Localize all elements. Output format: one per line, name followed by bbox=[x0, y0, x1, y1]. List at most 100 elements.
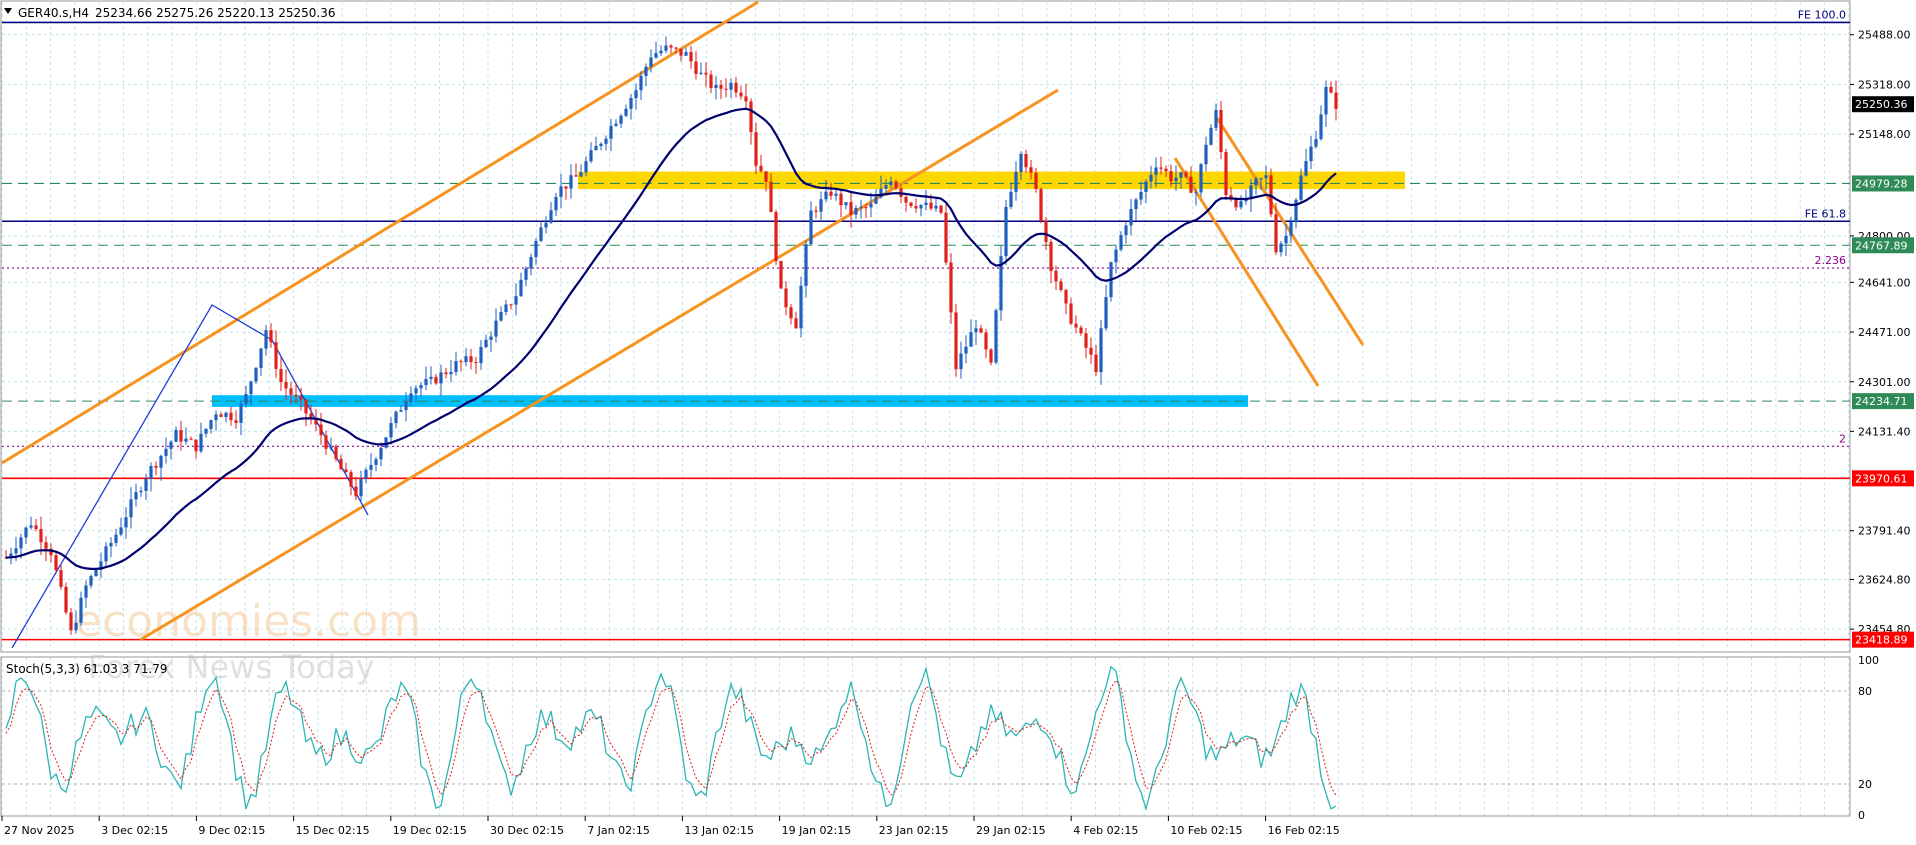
candle-body bbox=[239, 404, 243, 423]
candle-body bbox=[819, 199, 823, 212]
candle-body bbox=[759, 165, 763, 172]
candle-body bbox=[44, 542, 48, 549]
candle-body bbox=[1069, 303, 1073, 324]
y-tick-label: 24301.00 bbox=[1858, 376, 1911, 389]
candle-body bbox=[679, 48, 683, 56]
candle-body bbox=[574, 175, 578, 177]
candle-body bbox=[894, 181, 898, 189]
candle-body bbox=[199, 433, 203, 452]
candle-body bbox=[1089, 347, 1093, 355]
x-tick-label: 23 Jan 02:15 bbox=[879, 824, 949, 837]
candle-body bbox=[1309, 146, 1313, 162]
candle-body bbox=[619, 115, 623, 124]
candle-body bbox=[989, 349, 993, 363]
candle-body bbox=[764, 171, 768, 182]
candle-body bbox=[19, 537, 23, 549]
candle-body bbox=[1039, 188, 1043, 221]
candle-body bbox=[609, 125, 613, 139]
chart-background bbox=[0, 0, 1916, 840]
candle-body bbox=[189, 438, 193, 440]
candle-body bbox=[984, 332, 988, 350]
candle-body bbox=[74, 622, 78, 631]
y-tick-label: 25318.00 bbox=[1858, 78, 1911, 91]
candle-body bbox=[109, 542, 113, 547]
candle-body bbox=[409, 393, 413, 402]
candle-body bbox=[714, 84, 718, 89]
x-tick-label: 29 Jan 02:15 bbox=[976, 824, 1046, 837]
candle-body bbox=[1134, 199, 1138, 210]
y-tick-label: 25488.00 bbox=[1858, 29, 1911, 42]
price-chart-svg[interactable]: FE 100.0FE 61.82.2362 economies.com Fore… bbox=[0, 0, 1916, 840]
y-tick-label: 24131.40 bbox=[1858, 425, 1911, 438]
chart-header: GER40.s,H4 25234.66 25275.26 25220.13 25… bbox=[4, 6, 335, 20]
candle-body bbox=[934, 205, 938, 209]
candle-body bbox=[1284, 235, 1288, 244]
candle-body bbox=[1239, 201, 1243, 208]
candle-body bbox=[1044, 220, 1048, 242]
candle-body bbox=[324, 435, 328, 449]
candle-body bbox=[434, 376, 438, 384]
candle-body bbox=[919, 205, 923, 209]
current-price-tag-text: 25250.36 bbox=[1855, 98, 1908, 111]
candle-body bbox=[1024, 153, 1028, 168]
candle-body bbox=[1224, 152, 1228, 196]
candle-body bbox=[629, 98, 633, 109]
candle-body bbox=[14, 548, 18, 554]
candle-body bbox=[84, 585, 88, 598]
candle-body bbox=[869, 203, 873, 208]
candle-body bbox=[34, 525, 38, 529]
candle-body bbox=[559, 186, 563, 197]
candle-body bbox=[769, 181, 773, 213]
candle-body bbox=[364, 469, 368, 479]
candle-body bbox=[599, 143, 603, 147]
level-tag-text: 23418.89 bbox=[1855, 634, 1908, 647]
candle-body bbox=[284, 382, 288, 389]
candle-body bbox=[419, 385, 423, 389]
candle-body bbox=[1084, 333, 1088, 348]
candle-body bbox=[579, 172, 583, 177]
candle-body bbox=[744, 96, 748, 102]
candle-body bbox=[504, 304, 508, 313]
ohlc-values: 25234.66 25275.26 25220.13 25250.36 bbox=[95, 6, 335, 20]
y-tick-label: 23791.40 bbox=[1858, 525, 1911, 538]
candle-body bbox=[994, 310, 998, 363]
candle-body bbox=[914, 206, 918, 209]
candle-body bbox=[254, 367, 258, 382]
candle-body bbox=[1079, 327, 1083, 334]
x-tick-label: 4 Feb 02:15 bbox=[1073, 824, 1138, 837]
candle-body bbox=[1214, 109, 1218, 128]
candle-body bbox=[54, 555, 58, 571]
candle-body bbox=[964, 346, 968, 354]
candle-body bbox=[489, 336, 493, 340]
x-tick-label: 30 Dec 02:15 bbox=[490, 824, 564, 837]
candle-body bbox=[1259, 178, 1263, 180]
x-tick-label: 9 Dec 02:15 bbox=[198, 824, 265, 837]
candle-body bbox=[1114, 249, 1118, 263]
candle-body bbox=[1104, 297, 1108, 329]
candle-body bbox=[429, 376, 433, 379]
candle-body bbox=[1094, 354, 1098, 373]
candle-body bbox=[89, 576, 93, 586]
candle-body bbox=[549, 210, 553, 223]
candle-body bbox=[1299, 175, 1303, 200]
candle-body bbox=[1124, 225, 1128, 236]
candle-body bbox=[1119, 235, 1123, 250]
candle-body bbox=[154, 465, 158, 468]
level-label: FE 100.0 bbox=[1798, 8, 1846, 21]
level-label: 2.236 bbox=[1815, 254, 1847, 267]
candle-body bbox=[319, 424, 323, 436]
candle-body bbox=[834, 193, 838, 196]
candle-body bbox=[524, 268, 528, 280]
candle-body bbox=[1034, 172, 1038, 189]
candle-body bbox=[1059, 281, 1063, 290]
trading-chart[interactable]: FE 100.0 FE 61.8 2.236 2 economies.com Fore… bbox=[0, 0, 1916, 840]
candle-body bbox=[959, 353, 963, 370]
candle-body bbox=[699, 72, 703, 74]
candle-body bbox=[1049, 241, 1053, 271]
candle-body bbox=[749, 101, 753, 133]
candle-body bbox=[929, 202, 933, 209]
candle-body bbox=[229, 412, 233, 421]
candle-body bbox=[389, 423, 393, 438]
candle-body bbox=[539, 227, 543, 241]
candle-body bbox=[459, 361, 463, 363]
